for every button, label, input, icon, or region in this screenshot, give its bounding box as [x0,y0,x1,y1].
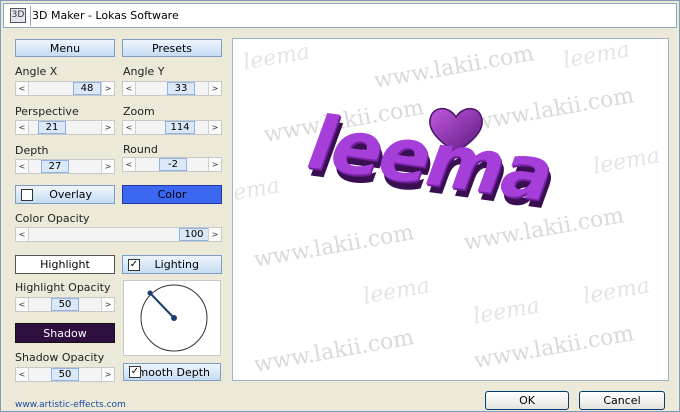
color-button[interactable]: Color [122,185,222,204]
right-arrow-icon[interactable]: > [101,298,114,311]
shadow-opacity-value[interactable]: 50 [51,368,79,381]
left-arrow-icon[interactable]: < [123,158,136,171]
left-arrow-icon[interactable]: < [16,121,29,134]
right-arrow-icon[interactable]: > [208,158,221,171]
watermark: leema [232,173,282,210]
zoom-slider[interactable]: < 114 > [122,120,222,135]
preview-canvas: leema www.lakii.com leema www.lakii.com … [232,38,669,381]
angle-y-label: Angle Y [123,65,165,78]
overlay-label: Overlay [49,188,92,201]
right-arrow-icon[interactable]: > [101,82,114,95]
overlay-button[interactable]: Overlay [15,185,115,204]
lighting-label: Lighting [154,258,199,271]
left-arrow-icon[interactable]: < [16,160,29,173]
watermark: leema [561,38,632,74]
title-bar: 3D 3D Maker - Lokas Software [3,3,677,28]
lighting-button[interactable]: ✓ Lighting [122,255,222,274]
right-arrow-icon[interactable]: > [101,368,114,381]
zoom-value[interactable]: 114 [165,121,195,134]
left-arrow-icon[interactable]: < [16,228,29,241]
watermark: www.lakii.com [252,325,416,378]
depth-value[interactable]: 27 [41,160,69,173]
highlight-opacity-label: Highlight Opacity [15,281,111,294]
highlight-opacity-value[interactable]: 50 [51,298,79,311]
overlay-checkbox[interactable] [21,189,33,201]
right-arrow-icon[interactable]: > [101,160,114,173]
watermark: www.lakii.com [252,220,416,273]
presets-button[interactable]: Presets [122,39,222,57]
smooth-depth-button[interactable]: ✓ Smooth Depth [123,363,221,381]
left-arrow-icon[interactable]: < [16,82,29,95]
round-slider[interactable]: < -2 > [122,157,222,172]
left-arrow-icon[interactable]: < [16,368,29,381]
ok-button[interactable]: OK [485,391,569,410]
perspective-value[interactable]: 21 [38,121,66,134]
right-arrow-icon[interactable]: > [208,228,221,241]
website-link[interactable]: www.artistic-effects.com [15,400,126,410]
app-icon: 3D [10,8,26,23]
right-arrow-icon[interactable]: > [208,82,221,95]
highlight-button[interactable]: Highlight [15,255,115,274]
smooth-depth-checkbox[interactable]: ✓ [129,366,141,378]
color-opacity-label: Color Opacity [15,212,90,225]
watermark: www.lakii.com [472,321,636,374]
right-arrow-icon[interactable]: > [208,121,221,134]
highlight-opacity-slider[interactable]: < 50 > [15,297,115,312]
perspective-slider[interactable]: < 21 > [15,120,115,135]
right-arrow-icon[interactable]: > [101,121,114,134]
watermark: leema [591,143,662,180]
left-arrow-icon[interactable]: < [16,298,29,311]
angle-x-value[interactable]: 48 [73,82,101,95]
round-label: Round [123,143,158,156]
shadow-opacity-slider[interactable]: < 50 > [15,367,115,382]
dial-icon [140,284,208,352]
shadow-button[interactable]: Shadow [15,323,115,343]
left-arrow-icon[interactable]: < [123,82,136,95]
watermark: leema [471,293,542,330]
window-title: 3D Maker - Lokas Software [32,9,179,22]
angle-x-label: Angle X [15,65,58,78]
angle-x-slider[interactable]: < 48 > [15,81,115,96]
perspective-label: Perspective [15,105,79,118]
left-arrow-icon[interactable]: < [123,121,136,134]
angle-y-value[interactable]: 33 [167,82,195,95]
shadow-opacity-label: Shadow Opacity [15,351,105,364]
depth-slider[interactable]: < 27 > [15,159,115,174]
smooth-depth-label: Smooth Depth [130,365,210,379]
title-separator [30,6,31,26]
color-opacity-value[interactable]: 100 [179,228,209,241]
round-value[interactable]: -2 [159,158,187,171]
lighting-checkbox[interactable]: ✓ [128,259,140,271]
cancel-button[interactable]: Cancel [579,391,665,410]
watermark: leema [241,39,312,76]
light-direction-dial[interactable] [123,280,221,356]
watermark: leema [361,273,432,310]
color-opacity-slider[interactable]: < 100 > [15,227,222,242]
zoom-label: Zoom [123,105,155,118]
depth-label: Depth [15,144,49,157]
angle-y-slider[interactable]: < 33 > [122,81,222,96]
watermark: leema [581,273,652,310]
menu-button[interactable]: Menu [15,39,115,57]
watermark: www.lakii.com [372,41,536,94]
dialog-window: 3D 3D Maker - Lokas Software Menu Preset… [0,0,680,412]
